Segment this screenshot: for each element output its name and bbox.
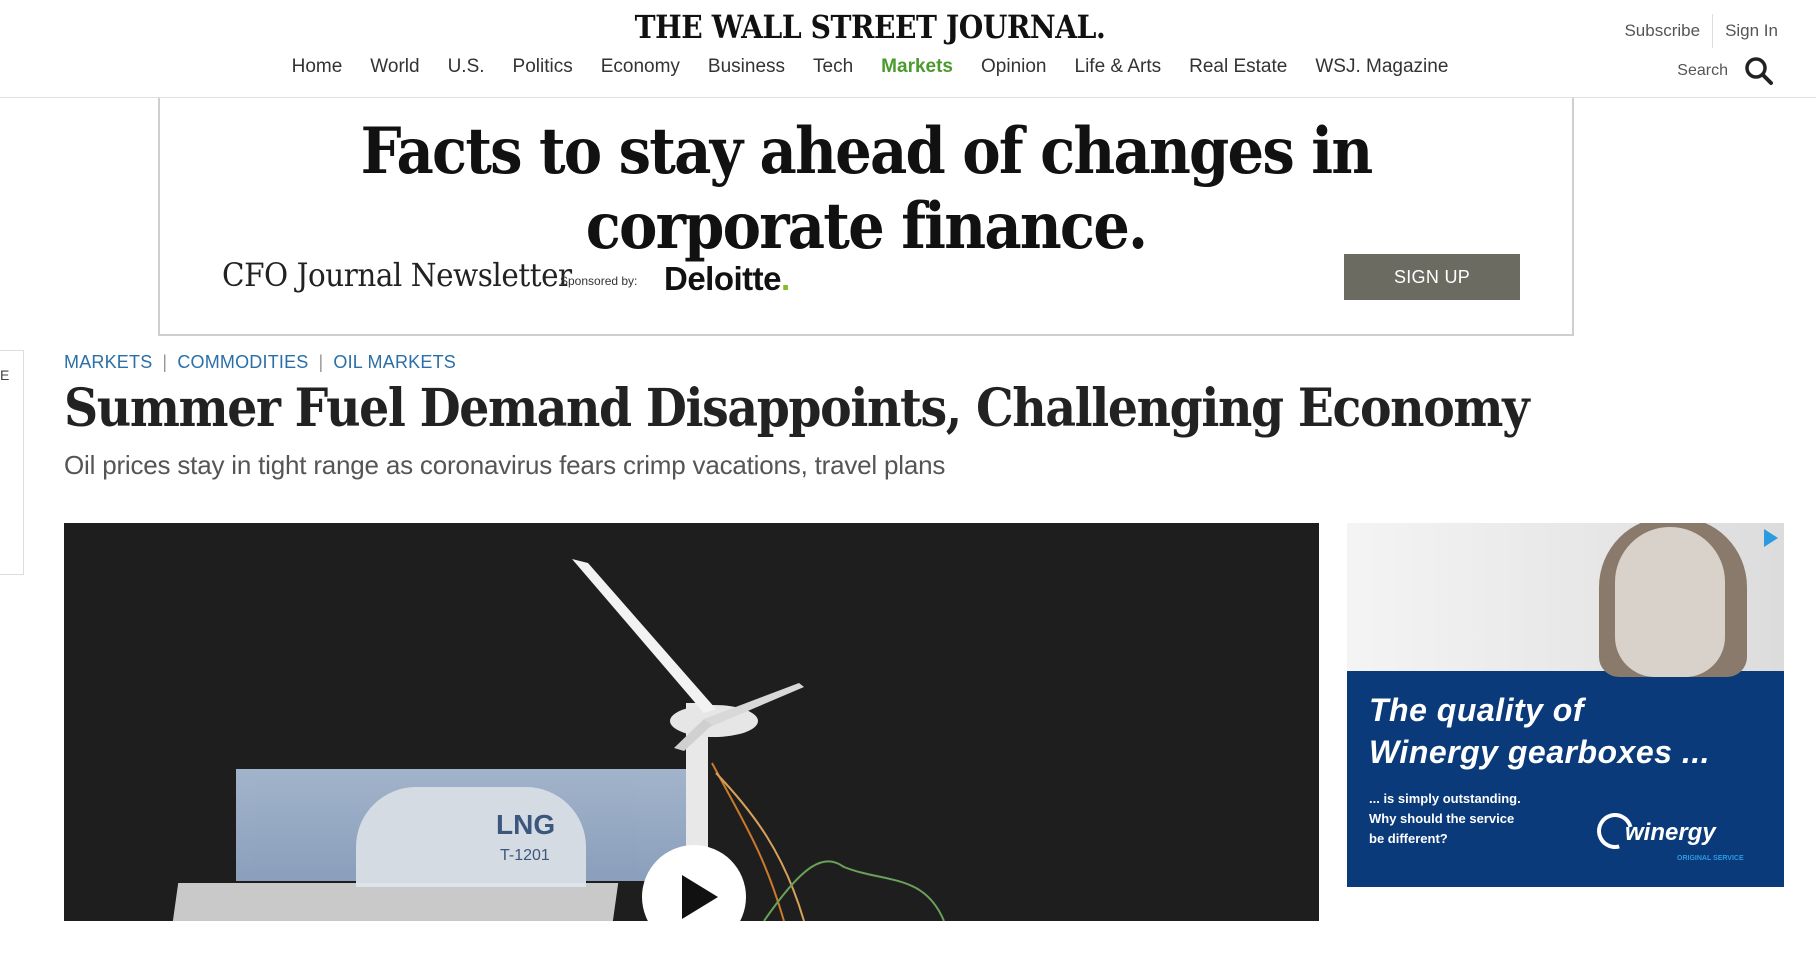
signin-link[interactable]: Sign In	[1725, 21, 1778, 41]
edge-tab-letter: E	[0, 367, 10, 383]
nav-item-business[interactable]: Business	[694, 56, 799, 78]
side-ad-sub-line1: ... is simply outstanding.	[1369, 791, 1521, 806]
subscribe-link[interactable]: Subscribe	[1624, 21, 1700, 41]
main-nav: Home World U.S. Politics Economy Busines…	[0, 56, 1740, 78]
nav-item-real-estate[interactable]: Real Estate	[1175, 56, 1301, 78]
signup-button[interactable]: SIGN UP	[1344, 254, 1520, 300]
search-label: Search	[1677, 62, 1728, 79]
nav-item-wsj-magazine[interactable]: WSJ. Magazine	[1301, 56, 1462, 78]
breadcrumb-oil-markets[interactable]: OIL MARKETS	[333, 352, 456, 373]
side-ad-headline-line1: The quality of	[1369, 692, 1584, 728]
ad-headline: Facts to stay ahead of changes in corpor…	[360, 114, 1374, 264]
article-video[interactable]: LNG T-1201	[64, 523, 1319, 921]
side-ad-subtext: ... is simply outstanding. Why should th…	[1369, 789, 1589, 849]
side-ad-photo	[1347, 523, 1784, 677]
account-divider	[1712, 14, 1714, 48]
nav-item-life-arts[interactable]: Life & Arts	[1061, 56, 1176, 78]
side-ad-brand: winergy	[1625, 819, 1716, 846]
nav-item-politics[interactable]: Politics	[499, 56, 587, 78]
masthead-logo[interactable]: THE WALL STREET JOURNAL.	[104, 8, 1635, 46]
ad-sponsored-label: Sponsored by:	[560, 274, 638, 288]
ad-sponsor-dot: .	[781, 260, 790, 297]
ad-newsletter-name: CFO Journal Newsletter	[222, 256, 572, 294]
side-ad-headline: The quality of Winergy gearboxes ...	[1369, 689, 1779, 773]
nav-item-opinion[interactable]: Opinion	[967, 56, 1061, 78]
ad-sponsor-logo: Deloitte.	[664, 260, 790, 298]
account-links: Subscribe Sign In	[1624, 14, 1778, 48]
article-dek: Oil prices stay in tight range as corona…	[64, 450, 946, 480]
nav-item-economy[interactable]: Economy	[587, 56, 694, 78]
winergy-side-ad[interactable]: The quality of Winergy gearboxes ... ...…	[1347, 523, 1784, 887]
nav-item-world[interactable]: World	[356, 56, 433, 78]
nav-item-tech[interactable]: Tech	[799, 56, 867, 78]
nav-item-home[interactable]: Home	[278, 56, 357, 78]
side-ad-headline-line2: Winergy gearboxes ...	[1369, 734, 1710, 770]
search-button[interactable]: Search	[1677, 56, 1774, 86]
breadcrumb-markets[interactable]: MARKETS	[64, 352, 152, 373]
left-edge-tab[interactable]: E	[0, 350, 24, 575]
nav-item-us[interactable]: U.S.	[434, 56, 499, 78]
breadcrumb: MARKETS | COMMODITIES | OIL MARKETS	[64, 352, 456, 373]
side-ad-sub-line3: be different?	[1369, 831, 1448, 846]
ad-model-face	[1615, 527, 1725, 677]
adchoices-icon[interactable]	[1764, 529, 1778, 547]
side-ad-sub-line2: Why should the service	[1369, 811, 1515, 826]
article-headline: Summer Fuel Demand Disappoints, Challeng…	[64, 378, 1530, 439]
search-icon	[1745, 57, 1773, 85]
ad-sponsor-name: Deloitte	[664, 260, 782, 297]
site-header: THE WALL STREET JOURNAL. Subscribe Sign …	[0, 0, 1816, 98]
breadcrumb-commodities[interactable]: COMMODITIES	[177, 352, 308, 373]
play-icon	[682, 875, 718, 919]
breadcrumb-separator: |	[162, 352, 168, 372]
breadcrumb-separator: |	[318, 352, 324, 372]
newsletter-ad-banner[interactable]: Facts to stay ahead of changes in corpor…	[158, 98, 1574, 336]
side-ad-brand-sub: ORIGINAL SERVICE	[1677, 855, 1744, 862]
nav-item-markets[interactable]: Markets	[867, 56, 967, 78]
